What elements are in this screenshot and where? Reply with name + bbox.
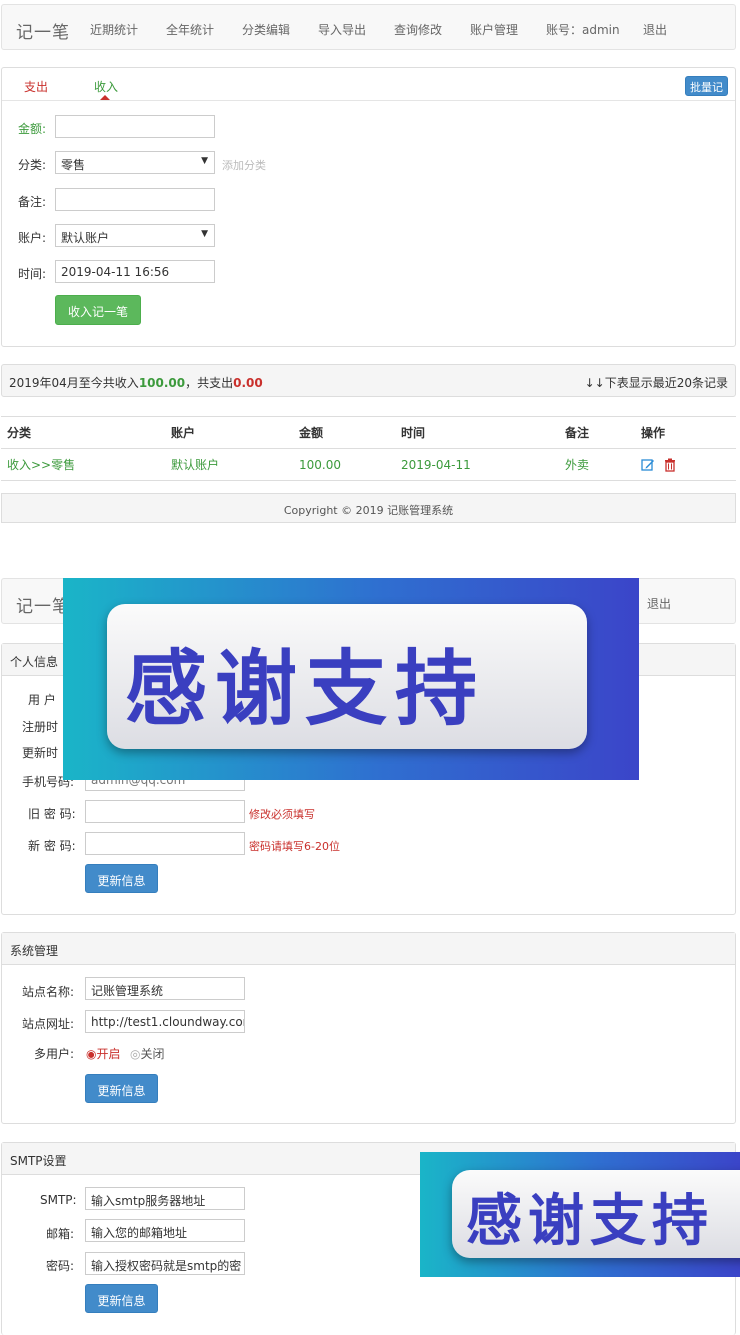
- site-name-input[interactable]: 记账管理系统: [85, 977, 245, 1000]
- amount-input[interactable]: [55, 115, 215, 138]
- header-time: 时间: [395, 416, 559, 449]
- site-url-label: 站点网址:: [22, 1017, 75, 1031]
- old-password-label: 旧 密 码:: [28, 807, 76, 821]
- records-table: 分类 账户 金额 时间 备注 操作 收入>>零售 默认账户 100.00 201…: [1, 416, 736, 481]
- banner-text: 感谢支持: [125, 642, 486, 737]
- smtp-update-button[interactable]: 更新信息: [85, 1284, 158, 1313]
- account-value: 默认账户: [61, 231, 110, 245]
- cell-time: 2019-04-11: [395, 448, 559, 481]
- cell-amount: 100.00: [293, 448, 395, 481]
- username-label: 用 户: [28, 693, 56, 707]
- nav-account-manage[interactable]: 账户管理: [470, 21, 518, 38]
- system-update-button[interactable]: 更新信息: [85, 1074, 158, 1103]
- smtp-mail-label: 邮箱:: [46, 1227, 75, 1241]
- top-navbar: 记一笔 近期统计 全年统计 分类编辑 导入导出 查询修改 账户管理 账号：adm…: [1, 4, 736, 50]
- entry-panel: 支出 收入 批量记 金额: 分类: 零售 ▼ 添加分类 备注: 账户: 默认账户 ▼…: [1, 67, 736, 347]
- account-select[interactable]: 默认账户 ▼: [55, 224, 215, 247]
- tab-divider: [2, 100, 735, 101]
- old-password-input[interactable]: [85, 800, 245, 823]
- income-submit-button[interactable]: 收入记一笔: [55, 295, 141, 325]
- nav-year-stats[interactable]: 全年统计: [166, 21, 214, 38]
- smtp-server-input[interactable]: 输入smtp服务器地址: [85, 1187, 245, 1210]
- register-time-label: 注册时: [22, 720, 59, 734]
- amount-label: 金额:: [18, 122, 47, 136]
- category-label: 分类:: [18, 158, 47, 172]
- multi-user-on-label: 开启: [96, 1047, 121, 1061]
- time-label: 时间:: [18, 267, 47, 281]
- banner-text: 感谢支持: [466, 1189, 714, 1254]
- thanks-banner-large: 感谢支持: [63, 578, 639, 780]
- dropdown-arrow-icon: ▼: [201, 229, 208, 239]
- cell-actions: [635, 448, 736, 481]
- note-input[interactable]: [55, 188, 215, 211]
- time-input[interactable]: 2019-04-11 16:56: [55, 260, 215, 283]
- category-value: 零售: [61, 158, 86, 172]
- multi-user-on-radio[interactable]: ◉开启: [86, 1045, 121, 1062]
- site-name-label: 站点名称:: [22, 985, 75, 999]
- dropdown-arrow-icon: ▼: [201, 156, 208, 166]
- summary-prefix: 2019年04月至今共收入: [9, 376, 139, 390]
- old-password-hint: 修改必须填写: [249, 808, 315, 821]
- cell-account: 默认账户: [165, 448, 293, 481]
- income-total: 100.00: [138, 376, 186, 390]
- expense-total: 0.00: [233, 376, 263, 390]
- nav-import-export[interactable]: 导入导出: [318, 21, 366, 38]
- nav-logout[interactable]: 退出: [647, 595, 671, 612]
- table-header-row: 分类 账户 金额 时间 备注 操作: [1, 416, 736, 449]
- category-select[interactable]: 零售 ▼: [55, 151, 215, 174]
- recent-records-note: ↓↓下表显示最近20条记录: [584, 376, 728, 390]
- multi-user-off-label: 关闭: [140, 1047, 165, 1061]
- tab-income[interactable]: 收入: [94, 78, 118, 95]
- brand-logo[interactable]: 记一笔: [16, 18, 70, 43]
- thanks-banner-small: 感谢支持: [420, 1152, 740, 1277]
- table-row: 收入>>零售 默认账户 100.00 2019-04-11 外卖: [1, 448, 736, 481]
- system-panel-title: 系统管理: [2, 933, 735, 965]
- cell-note: 外卖: [559, 448, 635, 481]
- add-category-link[interactable]: 添加分类: [222, 157, 266, 173]
- nav-recent-stats[interactable]: 近期统计: [90, 21, 138, 38]
- nav-username[interactable]: 账号：admin: [546, 21, 620, 38]
- nav-logout[interactable]: 退出: [643, 21, 667, 38]
- radio-unchecked-icon: ◎: [130, 1047, 141, 1061]
- header-amount: 金额: [293, 416, 395, 449]
- radio-checked-icon: ◉: [86, 1047, 97, 1061]
- update-time-label: 更新时: [22, 746, 59, 760]
- page-footer: Copyright © 2019 记账管理系统: [1, 493, 736, 523]
- smtp-password-label: 密码:: [46, 1259, 75, 1273]
- account-label: 账户:: [18, 231, 47, 245]
- new-password-input[interactable]: [85, 832, 245, 855]
- multi-user-off-radio[interactable]: ◎关闭: [130, 1045, 165, 1062]
- smtp-password-input[interactable]: 输入授权密码就是smtp的密: [85, 1252, 245, 1275]
- summary-middle: ，共支出: [185, 376, 234, 390]
- header-category: 分类: [1, 416, 165, 449]
- batch-record-button[interactable]: 批量记: [685, 76, 728, 96]
- summary-bar: 2019年04月至今共收入100.00，共支出0.00 ↓↓下表显示最近20条记…: [1, 364, 736, 397]
- smtp-mail-input[interactable]: 输入您的邮箱地址: [85, 1219, 245, 1242]
- site-url-input[interactable]: http://test1.cloundway.com: [85, 1010, 245, 1033]
- header-account: 账户: [165, 416, 293, 449]
- nav-query-edit[interactable]: 查询修改: [394, 21, 442, 38]
- brand-logo[interactable]: 记一笔: [16, 592, 70, 617]
- multi-user-label: 多用户:: [34, 1047, 75, 1061]
- note-label: 备注:: [18, 195, 47, 209]
- header-note: 备注: [559, 416, 635, 449]
- cell-category: 收入>>零售: [1, 448, 165, 481]
- profile-update-button[interactable]: 更新信息: [85, 864, 158, 893]
- header-actions: 操作: [635, 416, 736, 449]
- delete-icon[interactable]: [663, 458, 677, 472]
- smtp-label: SMTP:: [40, 1193, 77, 1207]
- tab-expense[interactable]: 支出: [24, 78, 48, 95]
- nav-category-edit[interactable]: 分类编辑: [242, 21, 290, 38]
- summary-text: 2019年04月至今共收入100.00，共支出0.00: [9, 374, 263, 391]
- new-password-hint: 密码请填写6-20位: [249, 840, 340, 853]
- system-panel: 系统管理 站点名称: 记账管理系统 站点网址: http://test1.clo…: [1, 932, 736, 1124]
- edit-icon[interactable]: [641, 458, 655, 472]
- new-password-label: 新 密 码:: [28, 839, 76, 853]
